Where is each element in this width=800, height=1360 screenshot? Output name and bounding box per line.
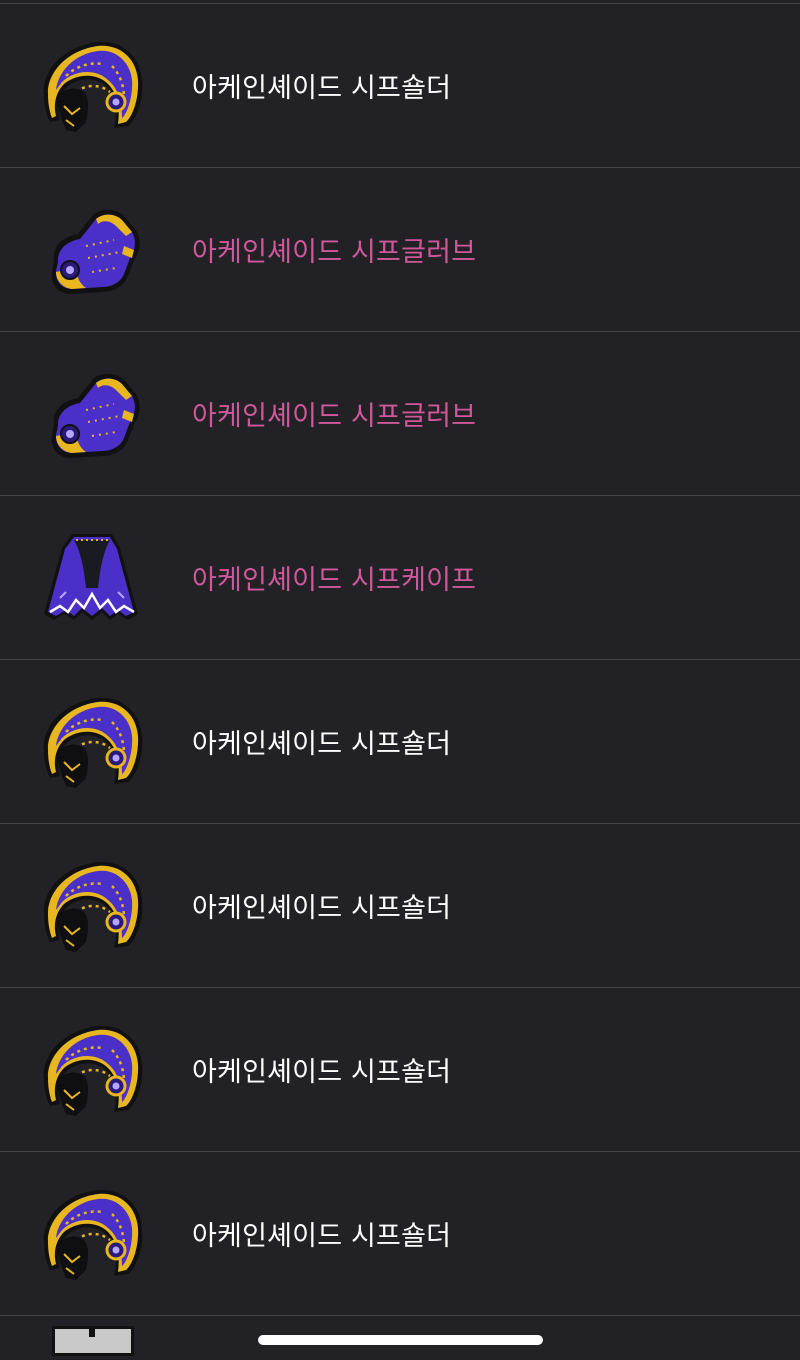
list-item[interactable]: 아케인셰이드 시프숄더 bbox=[0, 988, 800, 1152]
list-item[interactable]: 아케인셰이드 시프숄더 bbox=[0, 4, 800, 168]
list-item[interactable]: 아케인셰이드 시프숄더 bbox=[0, 824, 800, 988]
list-item[interactable]: 아케인셰이드 시프숄더 bbox=[0, 1152, 800, 1316]
list-item[interactable]: 아케인셰이드 시프글러브 bbox=[0, 332, 800, 496]
item-name: 아케인셰이드 시프숄더 bbox=[192, 1057, 452, 1088]
item-name: 아케인셰이드 시프케이프 bbox=[192, 565, 477, 596]
item-name: 아케인셰이드 시프숄더 bbox=[192, 893, 452, 924]
cape-icon bbox=[36, 528, 148, 628]
item-name: 아케인셰이드 시프글러브 bbox=[192, 401, 477, 432]
shoulder-icon bbox=[36, 692, 148, 792]
list-item[interactable]: 아케인셰이드 시프케이프 bbox=[0, 496, 800, 660]
item-name: 아케인셰이드 시프숄더 bbox=[192, 73, 452, 104]
item-name: 아케인셰이드 시프숄더 bbox=[192, 1221, 452, 1252]
item-name: 아케인셰이드 시프글러브 bbox=[192, 237, 477, 268]
shoulder-icon bbox=[36, 1184, 148, 1284]
item-list: 아케인셰이드 시프숄더 아케인셰이드 시프글러브 아케인셰이드 시프글러브 아케인셰이… bbox=[0, 0, 800, 1356]
item-name: 아케인셰이드 시프숄더 bbox=[192, 729, 452, 760]
glove-icon bbox=[36, 200, 148, 300]
home-indicator[interactable] bbox=[258, 1335, 543, 1345]
box-icon bbox=[52, 1326, 134, 1356]
glove-icon bbox=[36, 364, 148, 464]
shoulder-icon bbox=[36, 856, 148, 956]
shoulder-icon bbox=[36, 36, 148, 136]
list-item[interactable]: 아케인셰이드 시프글러브 bbox=[0, 168, 800, 332]
shoulder-icon bbox=[36, 1020, 148, 1120]
list-item[interactable]: 아케인셰이드 시프숄더 bbox=[0, 660, 800, 824]
